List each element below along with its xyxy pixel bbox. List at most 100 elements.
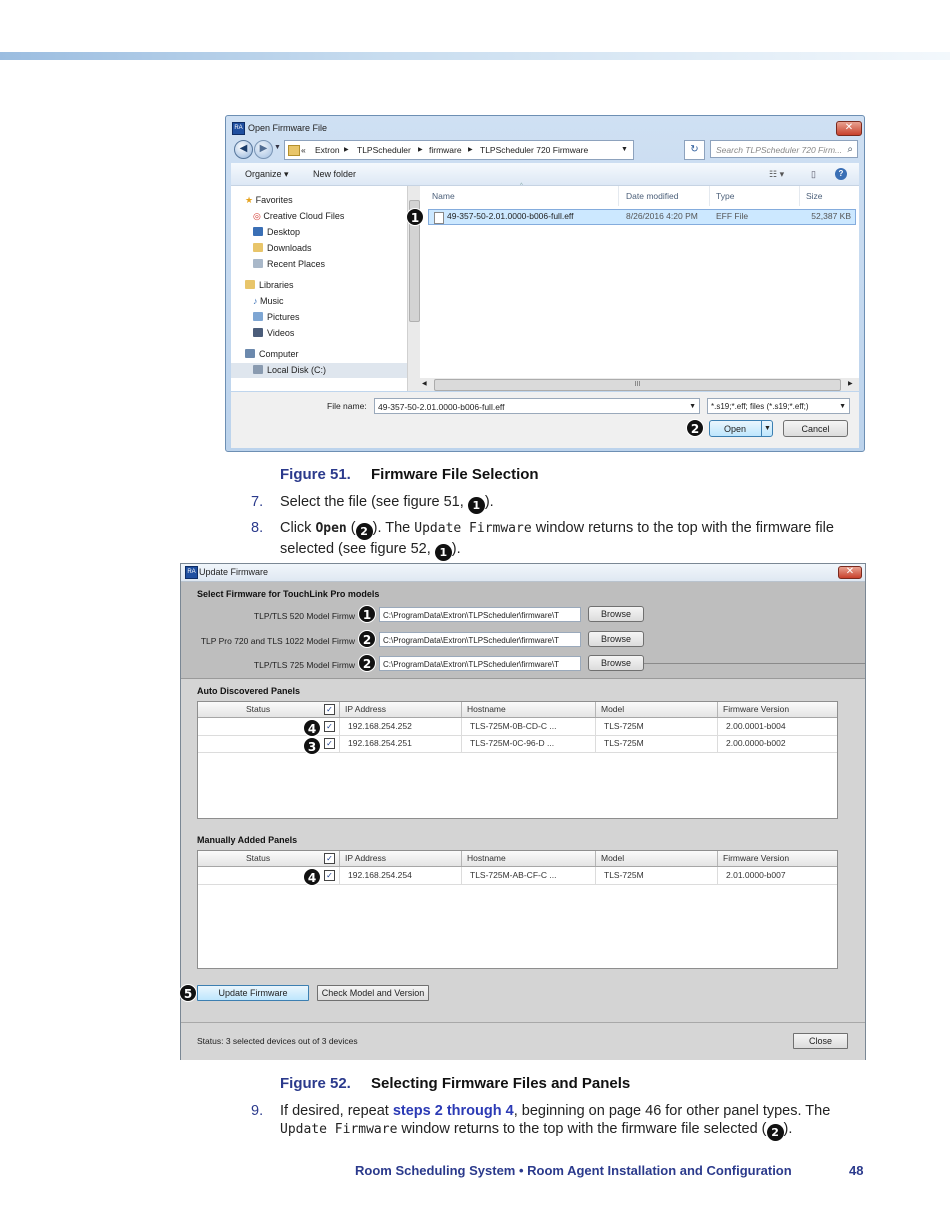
nav-videos[interactable]: Videos (253, 326, 294, 341)
nav-computer[interactable]: Computer (245, 347, 299, 362)
status-bar: Status: 3 selected devices out of 3 devi… (181, 1022, 865, 1060)
update-firmware-button[interactable]: Update Firmware (197, 985, 309, 1001)
column-type[interactable]: Type (710, 186, 800, 206)
nav-recent-places[interactable]: Recent Places (253, 257, 325, 272)
sort-arrow-icon: ^ (520, 183, 523, 189)
callout-2: 2 (686, 419, 704, 437)
chevron-right-icon: ▶ (344, 147, 349, 153)
callout-1: 1 (406, 208, 424, 226)
table-row[interactable]: ✓ 192.168.254.252 TLS-725M-0B-CD-C ... T… (198, 718, 837, 736)
table-row[interactable]: ✓ 192.168.254.251 TLS-725M-0C-96-D ... T… (198, 735, 837, 753)
column-hostname[interactable]: Hostname (462, 851, 596, 866)
column-firmware-version[interactable]: Firmware Version (718, 702, 837, 717)
column-model[interactable]: Model (596, 851, 718, 866)
model-label-720-1022: TLP Pro 720 and TLS 1022 Model Firmw (200, 636, 355, 646)
file-name: 49-357-50-2.01.0000-b006-full.eff (447, 211, 574, 221)
chevron-down-icon[interactable]: ▼ (621, 141, 628, 159)
nav-desktop[interactable]: Desktop (253, 225, 300, 240)
browse-720-button[interactable]: Browse (588, 631, 644, 647)
scrollbar-thumb[interactable]: III (434, 379, 841, 391)
forward-icon[interactable]: ▶ (254, 140, 273, 159)
nav-music[interactable]: ♪ Music (253, 294, 284, 309)
step-7: 7. Select the file (see figure 51, 1). (251, 494, 494, 514)
nav-local-disk[interactable]: Local Disk (C:) (231, 363, 407, 378)
row-checkbox[interactable]: ✓ (324, 738, 335, 749)
column-name[interactable]: Name (426, 186, 619, 206)
row-checkbox[interactable]: ✓ (324, 870, 335, 881)
column-size[interactable]: Size (800, 186, 858, 206)
file-list: Name Date modified Type Size ^ 49-357-50… (420, 183, 859, 391)
column-status[interactable]: Status (198, 851, 340, 866)
help-icon[interactable]: ? (835, 168, 847, 180)
callout-3: 3 (303, 737, 321, 755)
close-icon[interactable]: ✕ (836, 121, 862, 136)
preview-pane-icon[interactable]: ▯ (811, 163, 816, 185)
model-label-725: TLP/TLS 725 Model Firmw (253, 660, 355, 670)
column-model[interactable]: Model (596, 702, 718, 717)
callout-2-inline: 2 (766, 1124, 784, 1141)
computer-icon (245, 349, 255, 358)
close-icon[interactable]: ✕ (838, 566, 862, 579)
breadcrumb-firmware[interactable]: firmware (429, 141, 462, 159)
breadcrumb-tlpscheduler-720-firmware[interactable]: TLPScheduler 720 Firmware (480, 141, 588, 159)
column-firmware-version[interactable]: Firmware Version (718, 851, 837, 866)
select-all-checkbox[interactable]: ✓ (324, 853, 335, 864)
file-list-scrollbar[interactable]: ◀ III ▶ (420, 378, 859, 391)
figure-51-caption: Figure 51. Firmware File Selection (280, 466, 539, 483)
update-firmware-dialog: RA Update Firmware ✕ Select Firmware for… (179, 563, 866, 1060)
history-dropdown-icon[interactable]: ▼ (274, 144, 281, 151)
column-ip[interactable]: IP Address (340, 851, 462, 866)
firmware-path-520-input[interactable]: C:\ProgramData\Extron\TLPScheduler\firmw… (379, 607, 581, 622)
column-date-modified[interactable]: Date modified (620, 186, 710, 206)
firmware-path-725-input[interactable]: C:\ProgramData\Extron\TLPScheduler\firmw… (379, 656, 581, 671)
view-options-icon[interactable]: ☷ ▾ (769, 163, 784, 185)
file-name-label: File name: (327, 401, 367, 411)
scroll-right-icon[interactable]: ▶ (848, 378, 853, 391)
dialog-titlebar: RA Open Firmware File ✕ (226, 116, 864, 140)
callout-1: 1 (358, 605, 376, 623)
chevron-down-icon[interactable]: ▼ (839, 399, 846, 413)
row-checkbox[interactable]: ✓ (324, 721, 335, 732)
file-type-filter-select[interactable]: *.s19;*.eff; files (*.s19;*.eff;) ▼ (707, 398, 850, 414)
file-name-input[interactable]: 49-357-50-2.01.0000-b006-full.eff ▼ (374, 398, 700, 414)
firmware-path-720-input[interactable]: C:\ProgramData\Extron\TLPScheduler\firmw… (379, 632, 581, 647)
check-model-version-button[interactable]: Check Model and Version (317, 985, 429, 1001)
column-ip[interactable]: IP Address (340, 702, 462, 717)
select-all-checkbox[interactable]: ✓ (324, 704, 335, 715)
nav-downloads[interactable]: Downloads (253, 241, 312, 256)
folder-icon (288, 145, 300, 156)
dialog-titlebar: RA Update Firmware ✕ (181, 564, 865, 582)
nav-libraries[interactable]: Libraries (245, 278, 294, 293)
header-accent-bar (0, 52, 950, 60)
open-button[interactable]: Open ▼ (709, 420, 773, 437)
file-row[interactable]: 49-357-50-2.01.0000-b006-full.eff 8/26/2… (428, 209, 856, 225)
callout-1-inline: 1 (434, 544, 452, 561)
browse-520-button[interactable]: Browse (588, 606, 644, 622)
search-icon[interactable]: ⌕ (847, 141, 853, 159)
cancel-button[interactable]: Cancel (783, 420, 848, 437)
scroll-left-icon[interactable]: ◀ (422, 378, 427, 391)
nav-creative-cloud-files[interactable]: ◎ Creative Cloud Files (253, 209, 344, 224)
chevron-down-icon[interactable]: ▼ (761, 421, 771, 436)
table-row[interactable]: ✓ 192.168.254.254 TLS-725M-AB-CF-C ... T… (198, 867, 837, 885)
breadcrumb-extron[interactable]: Extron (315, 141, 340, 159)
new-folder-button[interactable]: New folder (313, 163, 356, 185)
breadcrumb-tlpscheduler[interactable]: TLPScheduler (357, 141, 411, 159)
browse-725-button[interactable]: Browse (588, 655, 644, 671)
column-status[interactable]: Status (198, 702, 340, 717)
back-icon[interactable]: ◀ (234, 140, 253, 159)
chevron-down-icon[interactable]: ▼ (689, 399, 696, 413)
column-hostname[interactable]: Hostname (462, 702, 596, 717)
organize-button[interactable]: Organize ▾ (245, 163, 289, 185)
close-button[interactable]: Close (793, 1033, 848, 1049)
nav-favorites[interactable]: ★ Favorites (245, 193, 293, 208)
steps-link[interactable]: steps 2 through 4 (393, 1103, 514, 1119)
nav-pictures[interactable]: Pictures (253, 310, 300, 325)
address-bar[interactable]: « Extron ▶ TLPScheduler ▶ firmware ▶ TLP… (284, 140, 634, 160)
page-number: 48 (849, 1163, 864, 1178)
footer-title: Room Scheduling System • Room Agent Inst… (355, 1163, 792, 1178)
refresh-icon[interactable]: ↻ (684, 140, 705, 160)
callout-1-inline: 1 (467, 497, 485, 514)
music-icon: ♪ (253, 296, 258, 306)
search-input[interactable]: Search TLPScheduler 720 Firm... ⌕ (710, 140, 858, 158)
